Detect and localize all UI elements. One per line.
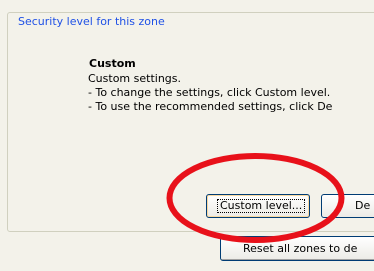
security-level-name: Custom: [89, 57, 136, 70]
reset-all-zones-button[interactable]: Reset all zones to de: [220, 236, 374, 261]
security-level-group-title: Security level for this zone: [16, 15, 167, 29]
security-settings-panel: Security level for this zone Custom Cust…: [0, 0, 374, 271]
default-level-button-label: De: [355, 199, 371, 212]
default-level-button[interactable]: De: [321, 194, 374, 218]
reset-all-zones-button-label: Reset all zones to de: [243, 242, 358, 255]
custom-level-button[interactable]: Custom level...: [206, 194, 310, 218]
security-level-groupbox: Security level for this zone: [7, 12, 374, 232]
custom-level-button-label: Custom level...: [217, 199, 306, 213]
security-level-description-line: Custom settings.: [88, 72, 182, 85]
security-level-description-line: - To change the settings, click Custom l…: [88, 86, 331, 99]
security-level-description-line: - To use the recommended settings, click…: [88, 100, 333, 113]
